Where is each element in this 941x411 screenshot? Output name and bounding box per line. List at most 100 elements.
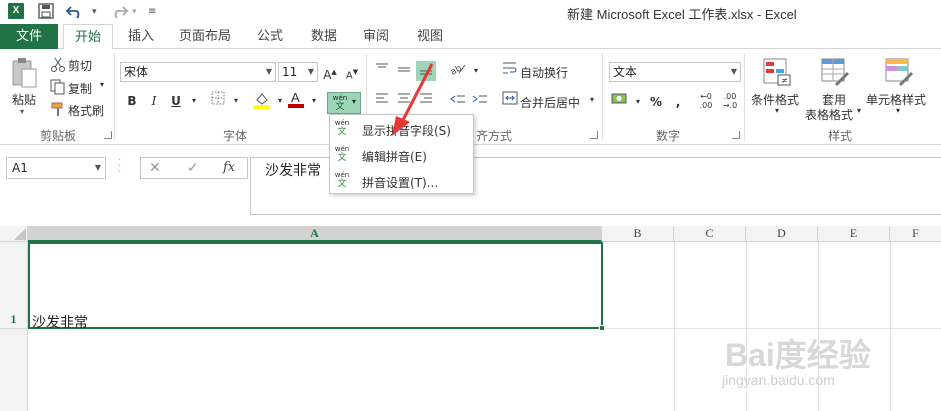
font-size-value: 11 bbox=[282, 65, 298, 79]
font-size-combo[interactable]: 11 ▼ bbox=[278, 62, 318, 82]
underline-dropdown-icon[interactable]: ▾ bbox=[184, 91, 204, 111]
paste-button[interactable]: 粘贴 bbox=[12, 91, 36, 108]
customize-qat-icon[interactable]: ≡ bbox=[148, 3, 156, 21]
orientation-dropdown-icon[interactable]: ▾ bbox=[466, 61, 486, 81]
tab-home[interactable]: 开始 bbox=[63, 24, 113, 50]
tab-data[interactable]: 数据 bbox=[302, 24, 346, 49]
insert-function-icon[interactable]: fx bbox=[223, 160, 235, 175]
decrease-indent-icon[interactable] bbox=[448, 91, 468, 111]
font-group-label: 字体 bbox=[222, 129, 247, 143]
undo-dropdown-icon[interactable]: ▾ bbox=[92, 3, 97, 21]
formula-bar-splitter-icon[interactable]: · · · bbox=[118, 156, 122, 178]
chevron-down-icon[interactable]: ▼ bbox=[266, 63, 272, 81]
column-header-b[interactable]: B bbox=[602, 226, 674, 242]
phonetic-dropdown-icon[interactable]: ▾ bbox=[352, 97, 356, 106]
name-box[interactable]: A1 ▼ bbox=[6, 157, 106, 179]
tab-formulas[interactable]: 公式 bbox=[248, 24, 292, 49]
number-launcher-icon[interactable] bbox=[732, 131, 740, 139]
chevron-down-icon[interactable]: ▼ bbox=[95, 158, 101, 178]
tab-file[interactable]: 文件 bbox=[0, 24, 58, 49]
select-all-corner[interactable] bbox=[0, 226, 28, 242]
fill-handle[interactable] bbox=[599, 325, 605, 331]
group-separator bbox=[744, 53, 745, 141]
copy-button[interactable]: 复制 bbox=[68, 80, 92, 97]
icon-char: 文 bbox=[337, 179, 347, 189]
phonetic-guide-button[interactable]: wén 文 ▾ bbox=[327, 92, 361, 114]
icon-char: 文 bbox=[337, 153, 347, 163]
fill-color-icon[interactable] bbox=[252, 91, 272, 111]
column-header-a[interactable]: A bbox=[28, 226, 602, 242]
cell-styles-dropdown-icon[interactable]: ▾ bbox=[896, 106, 900, 115]
font-color-icon[interactable]: A bbox=[286, 89, 306, 109]
tab-review[interactable]: 审阅 bbox=[354, 24, 398, 49]
gridline bbox=[890, 242, 891, 411]
merge-center-button[interactable]: 合并后居中 bbox=[520, 94, 580, 111]
bold-icon[interactable]: B bbox=[122, 91, 142, 111]
icon-pinyin: wén bbox=[334, 119, 350, 127]
italic-icon[interactable]: I bbox=[144, 91, 164, 111]
accounting-dropdown-icon[interactable]: ▾ bbox=[628, 92, 648, 112]
format-as-table-icon[interactable] bbox=[820, 57, 850, 87]
icon-pinyin: wén bbox=[334, 145, 350, 153]
baidu-watermark-url: jingyan.baidu.com bbox=[722, 372, 835, 388]
tab-insert[interactable]: 插入 bbox=[118, 24, 164, 49]
percent-style-icon[interactable]: % bbox=[646, 92, 666, 112]
copy-icon[interactable] bbox=[50, 79, 66, 95]
merge-center-icon[interactable] bbox=[500, 91, 520, 111]
number-format-combo[interactable]: 文本 ▼ bbox=[609, 62, 741, 82]
cell-styles-icon[interactable] bbox=[884, 57, 914, 87]
format-table-dropdown-icon[interactable]: ▾ bbox=[857, 106, 861, 115]
conditional-formatting-icon[interactable]: ≠ bbox=[762, 57, 792, 87]
decrease-font-size-icon[interactable]: A▼ bbox=[342, 62, 362, 82]
column-header-c[interactable]: C bbox=[674, 226, 746, 242]
chevron-down-icon[interactable]: ▼ bbox=[731, 63, 737, 81]
borders-icon[interactable] bbox=[208, 91, 228, 111]
orientation-icon[interactable]: ab bbox=[448, 61, 468, 81]
increase-decimal-icon[interactable]: ←0.00 bbox=[696, 92, 716, 112]
phonetic-pinyin-text: wén bbox=[332, 94, 348, 102]
increase-font-size-icon[interactable]: A▲ bbox=[320, 62, 340, 82]
borders-dropdown-icon[interactable]: ▾ bbox=[226, 91, 246, 111]
accounting-format-icon[interactable] bbox=[610, 92, 630, 112]
alignment-group-label: 齐方式 bbox=[475, 129, 512, 143]
menu-item-phonetic-settings[interactable]: wén 文 拼音设置(T)... bbox=[330, 169, 473, 195]
underline-icon[interactable]: U bbox=[166, 91, 186, 111]
font-color-dropdown-icon[interactable]: ▾ bbox=[304, 91, 324, 111]
row-header-1[interactable]: 1 bbox=[0, 312, 27, 328]
format-painter-icon[interactable] bbox=[50, 101, 66, 117]
chevron-down-icon[interactable]: ▼ bbox=[308, 63, 314, 81]
phonetic-settings-icon: wén 文 bbox=[334, 171, 350, 191]
redo-icon[interactable] bbox=[108, 3, 129, 21]
column-header-e[interactable]: E bbox=[818, 226, 890, 242]
copy-dropdown-icon[interactable]: ▾ bbox=[100, 80, 104, 89]
wrap-text-icon[interactable] bbox=[500, 61, 520, 81]
cell-a1[interactable]: 沙发非常 bbox=[28, 242, 603, 331]
cancel-icon[interactable]: ✕ bbox=[149, 160, 161, 176]
comma-style-icon[interactable]: , bbox=[668, 92, 688, 112]
tab-page-layout[interactable]: 页面布局 bbox=[172, 24, 238, 49]
paste-icon[interactable] bbox=[10, 57, 38, 93]
cut-icon[interactable] bbox=[50, 57, 66, 73]
alignment-launcher-icon[interactable] bbox=[590, 131, 598, 139]
undo-icon[interactable] bbox=[65, 3, 86, 21]
font-name-combo[interactable]: 宋体 ▼ bbox=[120, 62, 276, 82]
redo-dropdown-icon[interactable]: ▾ bbox=[132, 3, 137, 21]
format-as-table-button[interactable]: 表格格式 bbox=[805, 106, 853, 123]
menu-item-edit-phonetic[interactable]: wén 文 编辑拼音(E) bbox=[330, 143, 473, 169]
paste-dropdown-icon[interactable]: ▾ bbox=[20, 107, 24, 116]
cut-button[interactable]: 剪切 bbox=[68, 57, 92, 74]
save-icon[interactable] bbox=[38, 3, 54, 21]
enter-icon[interactable]: ✓ bbox=[187, 160, 199, 176]
clipboard-group-label: 剪贴板 bbox=[39, 129, 76, 143]
name-box-value: A1 bbox=[12, 161, 28, 175]
tab-view[interactable]: 视图 bbox=[408, 24, 452, 49]
format-painter-button[interactable]: 格式刷 bbox=[68, 102, 104, 119]
wrap-text-button[interactable]: 自动换行 bbox=[520, 64, 568, 81]
merge-dropdown-icon[interactable]: ▾ bbox=[590, 95, 594, 104]
decrease-decimal-icon[interactable]: .00 →.0 bbox=[720, 92, 740, 112]
column-header-f[interactable]: F bbox=[890, 226, 941, 242]
column-header-d[interactable]: D bbox=[746, 226, 818, 242]
clipboard-launcher-icon[interactable] bbox=[104, 131, 112, 139]
conditional-dropdown-icon[interactable]: ▾ bbox=[775, 106, 779, 115]
increase-indent-icon[interactable] bbox=[470, 91, 490, 111]
